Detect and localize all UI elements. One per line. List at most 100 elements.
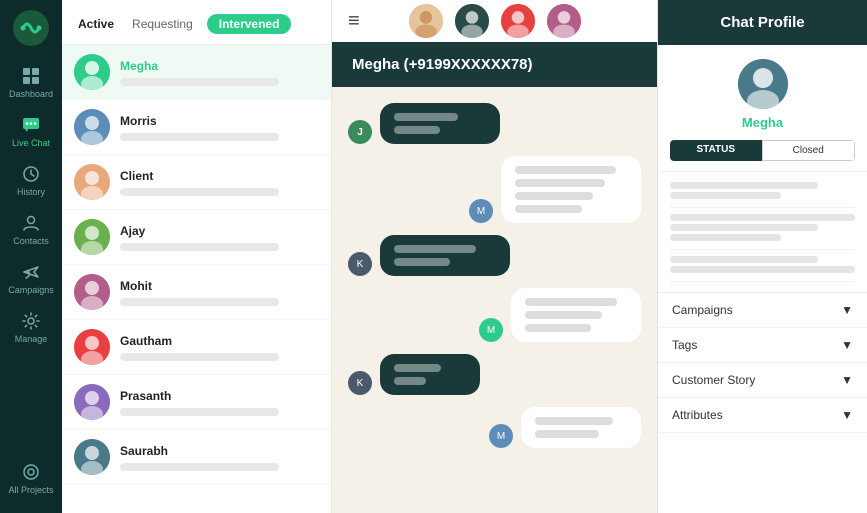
message-preview	[120, 188, 279, 196]
list-item[interactable]: Prasanth	[62, 375, 331, 430]
chevron-down-icon: ▼	[841, 338, 853, 352]
message-lines	[525, 298, 627, 332]
status-label: STATUS	[670, 140, 762, 161]
avatar	[74, 274, 110, 310]
chat-item-info: Gautham	[120, 334, 319, 361]
tab-intervened[interactable]: Intervened	[207, 14, 292, 34]
message-preview	[120, 408, 279, 416]
info-line	[670, 192, 781, 199]
message-bubble-sent	[380, 103, 500, 144]
info-group	[670, 182, 855, 208]
top-avatar[interactable]	[407, 2, 445, 40]
message-row: M	[348, 288, 641, 342]
sidebar-item-history[interactable]: History	[0, 156, 62, 205]
list-item[interactable]: Client	[62, 155, 331, 210]
info-line	[670, 266, 855, 273]
msg-line	[525, 298, 617, 306]
message-bubble-received	[511, 288, 641, 342]
sidebar-label-live-chat: Live Chat	[12, 138, 50, 148]
list-item[interactable]: Saurabh	[62, 430, 331, 485]
msg-avatar: M	[489, 424, 513, 448]
message-row: K	[348, 354, 641, 395]
contact-name: Morris	[120, 114, 319, 128]
app-logo[interactable]	[13, 10, 49, 46]
chat-header: Megha (+9199XXXXXX78)	[332, 42, 657, 87]
msg-avatar: M	[469, 199, 493, 223]
chat-list: Megha Morris Client	[62, 45, 331, 513]
filter-icon[interactable]: ≡	[348, 10, 360, 33]
top-avatar[interactable]	[499, 2, 537, 40]
avatar	[74, 384, 110, 420]
dropdown-customer-story[interactable]: Customer Story ▼	[658, 363, 867, 398]
chat-item-info: Saurabh	[120, 444, 319, 471]
msg-line	[515, 205, 582, 213]
tab-requesting[interactable]: Requesting	[128, 15, 197, 33]
msg-avatar: K	[348, 252, 372, 276]
list-item[interactable]: Ajay	[62, 210, 331, 265]
history-icon	[21, 164, 41, 184]
avatar	[74, 329, 110, 365]
dropdown-campaigns[interactable]: Campaigns ▼	[658, 293, 867, 328]
contact-name: Megha	[120, 59, 319, 73]
profile-avatar	[738, 59, 788, 109]
chevron-down-icon: ▼	[841, 303, 853, 317]
sidebar-item-all-projects[interactable]: All Projects	[0, 454, 62, 503]
tab-active[interactable]: Active	[74, 15, 118, 33]
chat-item-info: Client	[120, 169, 319, 196]
msg-line	[394, 245, 476, 253]
contacts-icon	[21, 213, 41, 233]
status-value: Closed	[762, 140, 856, 161]
status-bar: STATUS Closed	[670, 140, 855, 161]
message-bubble-received	[501, 156, 641, 223]
chat-messages: J M K	[332, 87, 657, 513]
info-line	[670, 256, 818, 263]
sidebar-item-live-chat[interactable]: Live Chat	[0, 107, 62, 156]
message-row: J	[348, 103, 641, 144]
sidebar-label-all-projects: All Projects	[8, 485, 53, 495]
sidebar-item-campaigns[interactable]: Campaigns	[0, 254, 62, 303]
info-line	[670, 224, 818, 231]
list-item[interactable]: Mohit	[62, 265, 331, 320]
message-preview	[120, 298, 279, 306]
avatar	[74, 109, 110, 145]
sidebar-item-manage[interactable]: Manage	[0, 303, 62, 352]
msg-avatar: J	[348, 120, 372, 144]
grid-icon	[21, 66, 41, 86]
list-item[interactable]: Megha	[62, 45, 331, 100]
dropdown-attributes[interactable]: Attributes ▼	[658, 398, 867, 433]
top-avatar[interactable]	[545, 2, 583, 40]
dropdown-label: Tags	[672, 338, 697, 352]
message-row: M	[348, 156, 641, 223]
message-preview	[120, 133, 279, 141]
chevron-down-icon: ▼	[841, 373, 853, 387]
sidebar-item-dashboard[interactable]: Dashboard	[0, 58, 62, 107]
info-line	[670, 214, 855, 221]
profile-info-lines	[658, 172, 867, 292]
contact-name: Prasanth	[120, 389, 319, 403]
chat-list-panel: Active Requesting Intervened Megha Morri…	[62, 0, 332, 513]
message-lines	[394, 245, 496, 266]
avatar	[74, 439, 110, 475]
avatar	[74, 164, 110, 200]
msg-avatar: M	[479, 318, 503, 342]
dropdown-tags[interactable]: Tags ▼	[658, 328, 867, 363]
msg-line	[394, 126, 440, 134]
sidebar-item-contacts[interactable]: Contacts	[0, 205, 62, 254]
top-avatar[interactable]	[453, 2, 491, 40]
sidebar: Dashboard Live Chat History Contacts Ca	[0, 0, 62, 513]
list-item[interactable]: Gautham	[62, 320, 331, 375]
info-group	[670, 214, 855, 250]
profile-header: Chat Profile	[658, 0, 867, 45]
msg-line	[515, 166, 616, 174]
chat-title: Megha (+9199XXXXXX78)	[352, 56, 533, 73]
chat-item-info: Morris	[120, 114, 319, 141]
chat-item-info: Megha	[120, 59, 319, 86]
avatar	[74, 219, 110, 255]
sidebar-label-campaigns: Campaigns	[8, 285, 54, 295]
info-line	[670, 182, 818, 189]
dropdown-label: Customer Story	[672, 373, 755, 387]
message-bubble-sent	[380, 235, 510, 276]
msg-line	[394, 113, 458, 121]
message-preview	[120, 243, 279, 251]
list-item[interactable]: Morris	[62, 100, 331, 155]
